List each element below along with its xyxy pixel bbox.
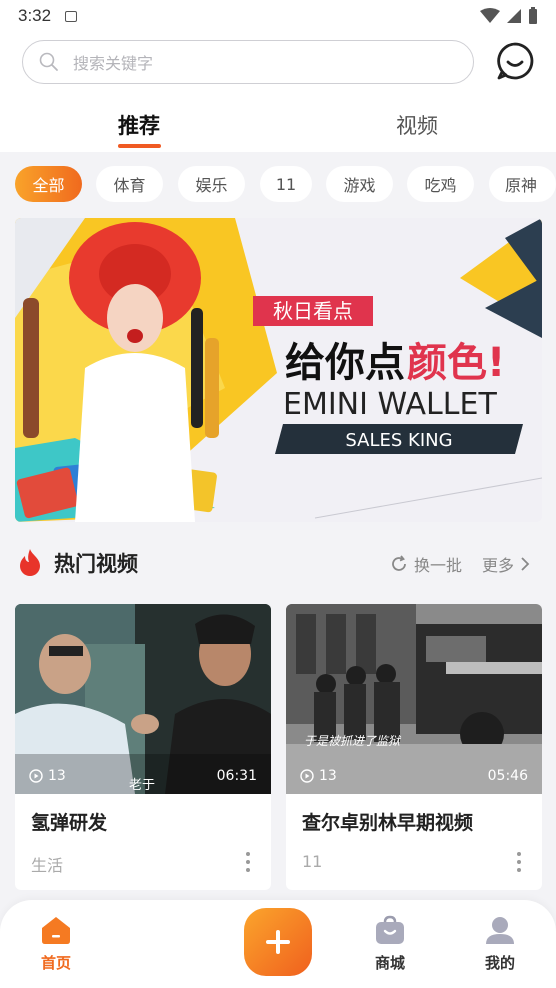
view-count: 13 [300, 768, 337, 784]
video-card[interactable]: 老于 13 06:31 氢弹研发 生活 [15, 604, 271, 890]
video-thumbnail[interactable]: 于是被抓进了监狱 13 05:46 [286, 604, 542, 794]
banner-artwork: 秋日看点 给你点 颜色! EMINI WALLET SALES KING [15, 218, 542, 522]
video-duration: 06:31 [216, 768, 257, 784]
nav-home[interactable]: 首页 [26, 914, 86, 973]
refresh-icon [392, 555, 406, 571]
banner-tag: 秋日看点 [273, 299, 353, 323]
video-duration: 05:46 [487, 768, 528, 784]
banner-brand: EMINI WALLET [283, 387, 497, 422]
hot-videos-title: 热门视频 [54, 552, 138, 576]
search-placeholder: 搜索关键字 [73, 54, 154, 73]
top-bar: 搜索关键字 推荐 视频 [0, 32, 556, 152]
hot-videos-header: 热门视频 换一批 更多 [0, 540, 556, 584]
video-title[interactable]: 氢弹研发 [31, 808, 107, 835]
chip-all[interactable]: 全部 [15, 166, 82, 202]
view-count-value: 13 [48, 768, 66, 784]
video-thumbnail[interactable]: 老于 13 06:31 [15, 604, 271, 794]
video-title[interactable]: 查尔卓别林早期视频 [302, 808, 473, 835]
banner-headline-2: 颜色! [407, 340, 505, 386]
plus-icon [266, 930, 290, 954]
banner-slogan: SALES KING [345, 430, 452, 451]
bottom-nav: 首页 商城 我的 [0, 900, 556, 988]
chip-entertainment[interactable]: 娱乐 [178, 166, 245, 202]
main-tabs: 推荐 视频 [0, 102, 556, 152]
video-meta-overlay: 13 05:46 [286, 758, 542, 794]
video-caption: 于是被抓进了监狱 [304, 734, 401, 748]
nav-shop-label: 商城 [374, 954, 405, 972]
refresh-label: 换一批 [414, 556, 463, 575]
view-count-value: 13 [319, 768, 337, 784]
video-card[interactable]: 于是被抓进了监狱 13 05:46 查尔卓别林早期视频 11 [286, 604, 542, 890]
view-count: 13 [29, 768, 66, 784]
search-icon [39, 52, 58, 71]
more-options-icon[interactable] [516, 852, 522, 872]
chip-11[interactable]: 11 [260, 166, 312, 202]
chip-games[interactable]: 游戏 [326, 166, 393, 202]
status-icons [480, 7, 538, 25]
video-category: 11 [302, 852, 323, 871]
play-circle-icon [29, 769, 43, 783]
refresh-button[interactable]: 换一批 [390, 552, 462, 576]
status-bar: 3:32 [0, 0, 556, 32]
nav-home-label: 首页 [40, 954, 71, 972]
home-icon [42, 917, 70, 944]
chip-genshin[interactable]: 原神 [489, 166, 556, 202]
banner-headline-1: 给你点 [285, 340, 405, 386]
nav-mine-label: 我的 [484, 954, 515, 972]
search-input[interactable]: 搜索关键字 [22, 40, 474, 84]
video-meta-overlay: 13 06:31 [15, 758, 271, 794]
more-options-icon[interactable] [245, 852, 251, 872]
nav-shop[interactable]: 商城 [360, 914, 420, 973]
tab-video[interactable]: 视频 [396, 110, 438, 140]
battery-icon [529, 7, 537, 24]
wifi-icon [480, 8, 500, 23]
shopping-bag-icon [376, 915, 404, 944]
message-icon[interactable] [496, 42, 534, 80]
tab-recommend[interactable]: 推荐 [118, 110, 160, 140]
chip-pubg[interactable]: 吃鸡 [407, 166, 474, 202]
category-chips: 全部 体育 娱乐 11 游戏 吃鸡 原神 [0, 166, 556, 206]
more-button[interactable]: 更多 [482, 552, 530, 576]
promo-banner[interactable]: 秋日看点 给你点 颜色! EMINI WALLET SALES KING [15, 218, 542, 522]
play-circle-icon [300, 769, 314, 783]
add-button[interactable] [244, 908, 312, 976]
video-category: 生活 [31, 856, 64, 875]
more-label: 更多 [482, 556, 515, 575]
chevron-right-icon [521, 557, 530, 571]
signal-icon [507, 9, 521, 23]
chip-sports[interactable]: 体育 [96, 166, 163, 202]
flame-icon [20, 549, 40, 576]
notification-icon [65, 10, 78, 22]
tab-indicator [118, 144, 161, 148]
nav-mine[interactable]: 我的 [470, 914, 530, 973]
status-time: 3:32 [18, 6, 52, 25]
user-icon [486, 917, 514, 944]
